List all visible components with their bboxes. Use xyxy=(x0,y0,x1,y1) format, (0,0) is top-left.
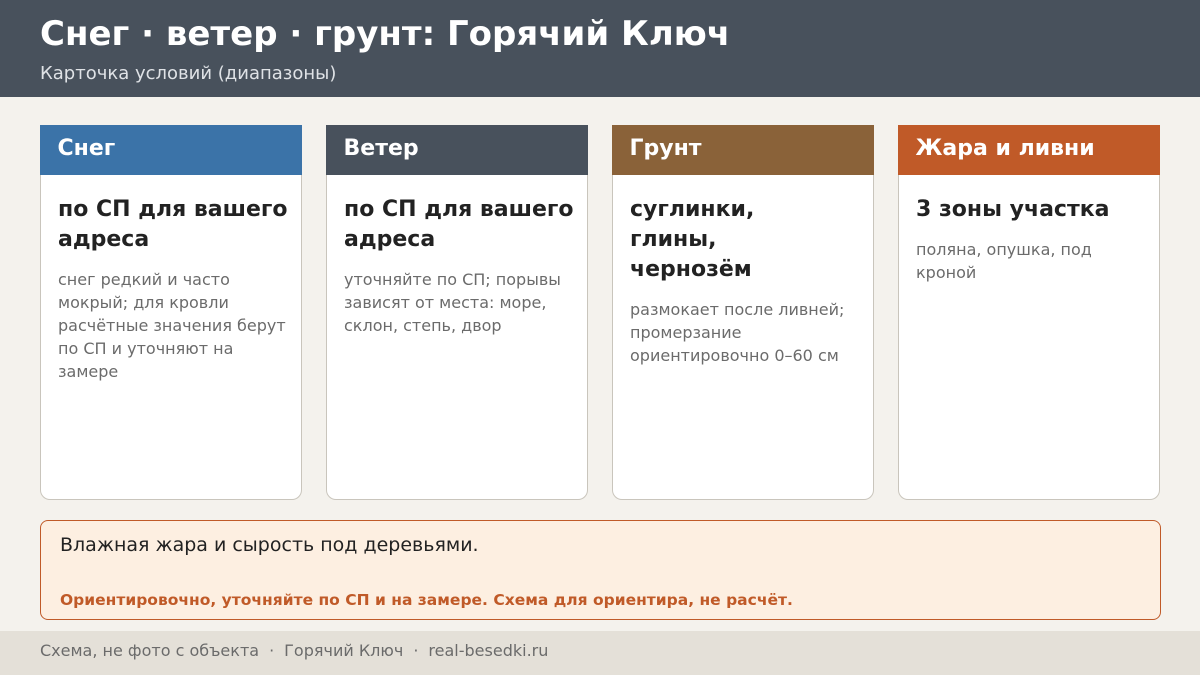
footer-city: Горячий Ключ xyxy=(284,641,404,660)
card-snow-value: по СП для вашего адреса xyxy=(58,197,288,252)
card-wind-note: уточняйте по СП; порывы зависят от места… xyxy=(344,270,561,335)
banner-text: Влажная жара и сырость под деревьями. xyxy=(60,534,479,556)
footer-line: Схема, не фото с объекта · Горячий Ключ · re… xyxy=(40,641,548,660)
footer-bar: Схема, не фото с объекта · Горячий Ключ · re… xyxy=(0,631,1200,675)
footer-separator: · xyxy=(269,641,275,660)
footer-site[interactable]: real-besedki.ru xyxy=(428,641,548,660)
card-soil-label: Грунт xyxy=(611,125,874,175)
footer-separator: · xyxy=(413,641,419,660)
card-wind: Ветер по СП для вашего адреса уточняйте … xyxy=(325,125,588,500)
card-snow-label: Снег xyxy=(39,125,302,175)
card-heat-rain-label: Жара и ливни xyxy=(897,125,1160,175)
card-soil-value: суглинки, глины, чернозём xyxy=(630,197,755,282)
card-wind-label: Ветер xyxy=(325,125,588,175)
banner-warning: Ориентировочно, уточняйте по СП и на зам… xyxy=(60,591,793,609)
card-snow-note: снег редкий и часто мокрый; для кровли р… xyxy=(58,270,286,381)
card-snow: Снег по СП для вашего адреса снег редкий… xyxy=(39,125,302,500)
footer-note: Схема, не фото с объекта xyxy=(40,641,260,660)
page-title: Снег · ветер · грунт: Горячий Ключ xyxy=(40,14,731,54)
card-soil-note: размокает после ливней; промерзание орие… xyxy=(630,300,845,365)
card-wind-value: по СП для вашего адреса xyxy=(344,197,574,252)
page-subtitle: Карточка условий (диапазоны) xyxy=(40,63,337,84)
info-banner: Влажная жара и сырость под деревьями. Ор… xyxy=(40,520,1161,620)
card-heat-rain-note: поляна, опушка, под кроной xyxy=(916,240,1092,282)
card-heat-rain-value: 3 зоны участка xyxy=(916,197,1110,222)
card-heat-rain: Жара и ливни 3 зоны участка поляна, опуш… xyxy=(897,125,1160,500)
card-soil: Грунт суглинки, глины, чернозём размокае… xyxy=(611,125,874,500)
header-bar: Снег · ветер · грунт: Горячий Ключ Карто… xyxy=(0,0,1200,97)
